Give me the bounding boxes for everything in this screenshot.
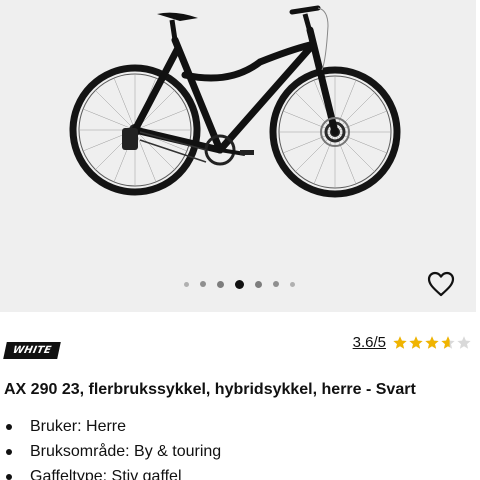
carousel-dot[interactable]	[217, 280, 224, 288]
spec-item: Bruksområde: By & touring	[6, 439, 221, 464]
spec-item: Gaffeltype: Stiv gaffel	[6, 464, 221, 480]
product-image-gallery[interactable]	[0, 0, 476, 312]
spec-text: Gaffeltype: Stiv gaffel	[30, 467, 182, 480]
carousel-indicators[interactable]	[184, 277, 306, 291]
carousel-dot-active[interactable]	[235, 279, 244, 289]
rating-link[interactable]: 3.6/5	[353, 334, 386, 351]
carousel-dot[interactable]	[184, 281, 189, 287]
star-icon	[457, 335, 471, 349]
carousel-dot[interactable]	[290, 281, 295, 287]
carousel-dot[interactable]	[273, 281, 279, 287]
spec-text: Bruker: Herre	[30, 417, 127, 435]
bullet-icon	[6, 473, 12, 480]
heart-outline-icon	[427, 271, 455, 297]
brand-logo-text: WHITE	[11, 345, 53, 356]
star-icon	[409, 335, 423, 349]
favorite-button[interactable]	[421, 264, 461, 304]
bullet-icon	[6, 448, 12, 455]
carousel-dot[interactable]	[255, 280, 262, 288]
star-icon	[393, 335, 407, 349]
spec-item: Bruker: Herre	[6, 414, 221, 439]
bullet-icon	[6, 423, 12, 430]
rating[interactable]: 3.6/5	[353, 334, 472, 351]
product-image[interactable]	[60, 0, 420, 215]
star-rating	[392, 335, 472, 351]
product-title: AX 290 23, flerbrukssykkel, hybridsykkel…	[4, 381, 416, 398]
carousel-dot[interactable]	[200, 281, 206, 287]
spec-text: Bruksområde: By & touring	[30, 442, 222, 460]
spec-list: Bruker: Herre Bruksområde: By & touring …	[6, 414, 221, 480]
brand-logo[interactable]: WHITE	[3, 342, 61, 359]
star-icon	[425, 335, 439, 349]
star-icon	[441, 335, 455, 349]
